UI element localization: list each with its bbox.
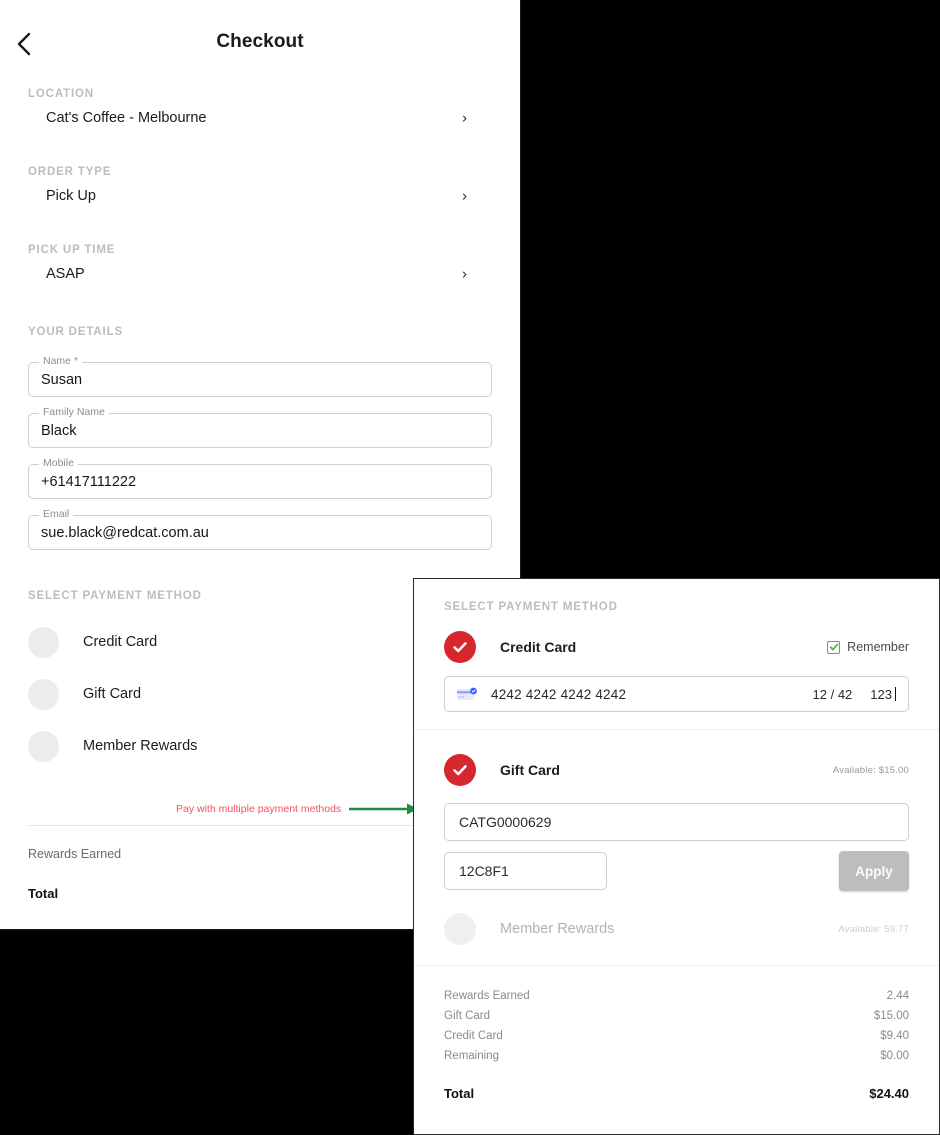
section-label-pickup-time: PICK UP TIME bbox=[28, 244, 116, 256]
gift-card-number-input[interactable]: CATG0000629 bbox=[444, 803, 909, 841]
summary-row-label: Gift Card bbox=[444, 1010, 491, 1022]
family-name-field-legend: Family Name bbox=[39, 407, 109, 418]
apply-button[interactable]: Apply bbox=[839, 851, 909, 891]
mobile-field[interactable]: Mobile +61417111222 bbox=[28, 458, 492, 499]
details-form: Name * Susan Family Name Black Mobile +6… bbox=[28, 356, 492, 550]
card-cvc-value: 123 bbox=[870, 686, 892, 702]
overlay-divider-1 bbox=[414, 729, 939, 730]
name-field[interactable]: Name * Susan bbox=[28, 356, 492, 397]
summary-row-value: 2.44 bbox=[886, 990, 909, 1002]
name-field-legend: Name * bbox=[39, 356, 83, 367]
family-name-field[interactable]: Family Name Black bbox=[28, 407, 492, 448]
summary-row-rewards-earned: Rewards Earned 2.44 bbox=[444, 986, 909, 1006]
overlay-option-label: Credit Card bbox=[500, 639, 577, 655]
overlay-payment-method-label: SELECT PAYMENT METHOD bbox=[444, 601, 618, 613]
check-circle-icon[interactable] bbox=[444, 631, 476, 663]
chevron-right-icon: › bbox=[462, 109, 467, 127]
email-field[interactable]: Email sue.black@redcat.com.au bbox=[28, 509, 492, 550]
location-row[interactable]: Cat's Coffee - Melbourne › bbox=[28, 100, 492, 136]
overlay-body: SELECT PAYMENT METHOD Credit Card Rememb… bbox=[414, 579, 939, 712]
section-label-your-details: YOUR DETAILS bbox=[28, 326, 123, 338]
chevron-right-icon: › bbox=[462, 265, 467, 283]
remember-card-checkbox[interactable]: Remember bbox=[827, 640, 909, 654]
overlay-option-credit-card[interactable]: Credit Card Remember bbox=[444, 623, 909, 671]
email-field-legend: Email bbox=[39, 509, 74, 520]
summary-row-value: $15.00 bbox=[873, 1010, 909, 1022]
remember-label: Remember bbox=[847, 640, 909, 654]
order-type-row[interactable]: Pick Up › bbox=[28, 178, 492, 214]
summary-row-label: Credit Card bbox=[444, 1030, 503, 1042]
overlay-option-gift-card[interactable]: Gift Card Available: $15.00 bbox=[444, 746, 909, 794]
pickup-time-row[interactable]: ASAP › bbox=[28, 256, 492, 292]
multi-payment-overlay: SELECT PAYMENT METHOD Credit Card Rememb… bbox=[413, 578, 940, 1135]
overlay-summary: Rewards Earned 2.44 Gift Card $15.00 Cre… bbox=[414, 966, 939, 1101]
member-rewards-available-balance: Available: 59.77 bbox=[838, 923, 909, 935]
visa-card-icon bbox=[457, 687, 479, 702]
mobile-field-legend: Mobile bbox=[39, 458, 78, 469]
overlay-summary-total-row: Total $24.40 bbox=[444, 1066, 909, 1101]
order-type-value: Pick Up bbox=[46, 188, 96, 204]
app-header: Checkout bbox=[0, 0, 520, 88]
summary-total-label: Total bbox=[28, 886, 59, 901]
summary-row-remaining: Remaining $0.00 bbox=[444, 1046, 909, 1066]
summary-row-value: $0.00 bbox=[880, 1050, 909, 1062]
overlay-option-label: Gift Card bbox=[500, 762, 560, 778]
card-number-value: 4242 4242 4242 4242 bbox=[491, 686, 627, 702]
section-your-details: YOUR DETAILS bbox=[28, 322, 492, 340]
family-name-field-value: Black bbox=[41, 422, 77, 439]
radio-unselected-icon[interactable] bbox=[28, 626, 59, 658]
section-pickup-time: PICK UP TIME ASAP › bbox=[28, 244, 492, 292]
section-label-location: LOCATION bbox=[28, 88, 94, 100]
radio-unselected-icon[interactable] bbox=[28, 678, 59, 710]
section-order-type: ORDER TYPE Pick Up › bbox=[28, 166, 492, 214]
text-caret bbox=[895, 687, 896, 701]
overlay-option-label: Member Rewards bbox=[500, 921, 615, 937]
radio-unselected-icon[interactable] bbox=[28, 730, 59, 762]
section-label-payment-method: SELECT PAYMENT METHOD bbox=[28, 590, 202, 602]
section-location: LOCATION Cat's Coffee - Melbourne › bbox=[28, 88, 492, 136]
mobile-field-value: +61417111222 bbox=[41, 473, 137, 490]
chevron-right-icon: › bbox=[462, 187, 467, 205]
location-value: Cat's Coffee - Melbourne bbox=[46, 110, 207, 126]
screenshot-stage: Checkout LOCATION Cat's Coffee - Melbour… bbox=[0, 0, 940, 1135]
gift-card-pin-input[interactable]: 12C8F1 bbox=[444, 852, 607, 890]
summary-row-label: Remaining bbox=[444, 1050, 499, 1062]
summary-row-value: $9.40 bbox=[880, 1030, 909, 1042]
payment-option-label: Credit Card bbox=[83, 634, 158, 650]
pickup-time-value: ASAP bbox=[46, 266, 85, 282]
page-title: Checkout bbox=[216, 31, 304, 52]
gift-card-number-value: CATG0000629 bbox=[459, 814, 552, 830]
overlay-section-header: SELECT PAYMENT METHOD bbox=[444, 579, 909, 615]
email-field-value: sue.black@redcat.com.au bbox=[41, 524, 209, 541]
name-field-value: Susan bbox=[41, 371, 83, 388]
overlay-option-member-rewards[interactable]: Member Rewards Available: 59.77 bbox=[444, 905, 909, 953]
payment-option-label: Gift Card bbox=[83, 686, 142, 702]
overlay-summary-total-value: $24.40 bbox=[869, 1086, 909, 1101]
gift-card-available-balance: Available: $15.00 bbox=[832, 764, 909, 776]
summary-row-gift-card: Gift Card $15.00 bbox=[444, 1006, 909, 1026]
check-circle-icon[interactable] bbox=[444, 754, 476, 786]
payment-option-label: Member Rewards bbox=[83, 738, 198, 754]
radio-unselected-icon[interactable] bbox=[444, 913, 476, 945]
credit-card-input-group[interactable]: 4242 4242 4242 4242 12 / 42 123 bbox=[444, 676, 909, 712]
summary-row-label: Rewards Earned bbox=[28, 847, 122, 861]
card-expiry-value: 12 / 42 bbox=[812, 686, 853, 702]
overlay-gift-card-section: Gift Card Available: $15.00 CATG0000629 … bbox=[414, 746, 939, 953]
summary-row-credit-card: Credit Card $9.40 bbox=[444, 1026, 909, 1046]
checkbox-checked-icon bbox=[827, 640, 841, 654]
overlay-summary-total-label: Total bbox=[444, 1086, 475, 1101]
summary-row-label: Rewards Earned bbox=[444, 990, 530, 1002]
section-label-order-type: ORDER TYPE bbox=[28, 166, 112, 178]
gift-card-pin-value: 12C8F1 bbox=[459, 863, 509, 879]
gift-card-pin-row: 12C8F1 Apply bbox=[444, 851, 909, 891]
